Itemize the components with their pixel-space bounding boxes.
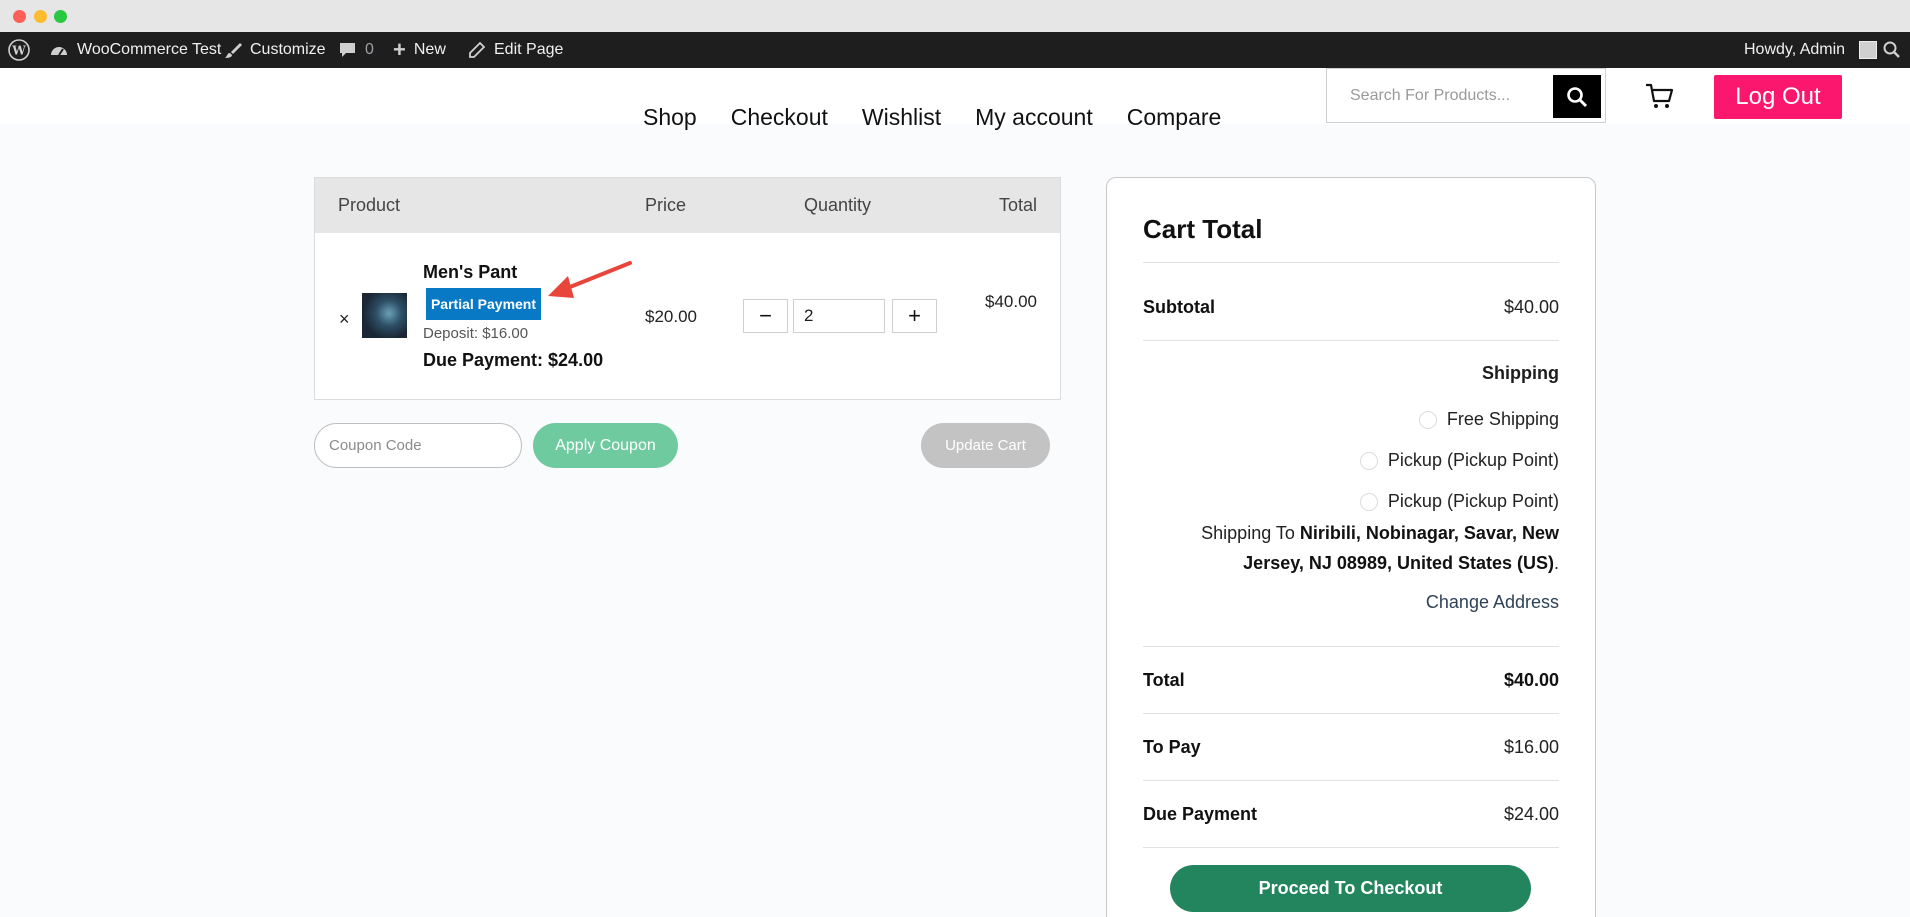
radio-button[interactable] [1359, 492, 1378, 511]
paintbrush-icon [225, 43, 242, 58]
comments-count: 0 [365, 41, 374, 58]
nav-compare[interactable]: Compare [1127, 104, 1222, 131]
radio-button[interactable] [1359, 451, 1378, 470]
search-button[interactable] [1553, 75, 1601, 118]
nav-my-account[interactable]: My account [975, 104, 1093, 131]
admin-bar-customize[interactable]: Customize [224, 32, 326, 68]
nav-shop[interactable]: Shop [643, 104, 697, 131]
subtotal-label: Subtotal [1143, 297, 1215, 317]
remove-item-icon[interactable]: × [339, 309, 350, 330]
header-product: Product [338, 195, 401, 215]
update-cart-button[interactable]: Update Cart [921, 423, 1050, 468]
to-pay-value: $16.00 [1503, 737, 1559, 757]
subtotal-value: $40.00 [1503, 297, 1559, 317]
maximize-window-icon[interactable] [54, 10, 67, 23]
main-nav: Shop Checkout Wishlist My account Compar… [643, 104, 1221, 131]
shipping-option-pickup-2[interactable]: Pickup (Pickup Point) [1359, 491, 1559, 512]
quantity-input[interactable]: 2 [793, 299, 885, 333]
shipping-option-pickup-1[interactable]: Pickup (Pickup Point) [1359, 450, 1559, 471]
plus-icon: + [393, 37, 406, 62]
avatar [1859, 41, 1878, 59]
total-value: $40.00 [1503, 670, 1559, 690]
site-name: WooCommerce Test [77, 41, 222, 58]
search-icon [1567, 86, 1588, 107]
admin-bar-new[interactable]: + New [393, 32, 446, 68]
divider [1143, 340, 1559, 341]
product-thumbnail[interactable] [362, 293, 407, 338]
divider [1143, 646, 1559, 647]
annotation-arrow-icon [548, 261, 632, 298]
coupon-input[interactable]: Coupon Code [314, 423, 522, 468]
shipping-label: Shipping [1482, 363, 1559, 383]
logout-button[interactable]: Log Out [1714, 75, 1842, 119]
product-price: $20.00 [645, 307, 697, 326]
header-total: Total [999, 195, 1038, 215]
admin-bar-site[interactable]: WooCommerce Test [49, 32, 221, 68]
header-price: Price [645, 195, 687, 215]
due-payment-amount: Due Payment: $24.00 [423, 350, 604, 370]
cart-totals-panel: Cart Total Subtotal $40.00 Shipping Free… [1106, 177, 1596, 917]
minimize-window-icon[interactable] [34, 10, 47, 23]
divider [1143, 847, 1559, 848]
change-address-link[interactable]: Change Address [1426, 592, 1559, 613]
dashboard-icon [51, 47, 67, 56]
search-input[interactable] [1327, 69, 1553, 122]
product-name[interactable]: Men's Pant [423, 262, 517, 283]
quantity-increase-button[interactable]: + [892, 299, 937, 333]
divider [1143, 780, 1559, 781]
howdy-text: Howdy, Admin [1744, 41, 1846, 58]
admin-bar-edit-page[interactable]: Edit Page [468, 32, 563, 68]
due-payment-value: $24.00 [1503, 804, 1559, 824]
cart-total-title: Cart Total [1143, 214, 1263, 244]
proceed-to-checkout-button[interactable]: Proceed To Checkout [1170, 865, 1531, 912]
shipping-destination: Shipping To Niribili, Nobinagar, Savar, … [1201, 523, 1559, 573]
apply-coupon-button[interactable]: Apply Coupon [533, 423, 678, 468]
due-payment-label: Due Payment [1143, 804, 1258, 824]
nav-wishlist[interactable]: Wishlist [862, 104, 941, 131]
nav-checkout[interactable]: Checkout [731, 104, 828, 131]
window-titlebar [0, 0, 1910, 32]
header-quantity: Quantity [804, 195, 872, 215]
divider [1143, 262, 1559, 263]
close-window-icon[interactable] [13, 10, 26, 23]
pencil-icon [469, 41, 486, 58]
cart-icon[interactable] [1644, 80, 1676, 112]
comment-icon [340, 43, 355, 57]
row-total: $40.00 [985, 292, 1037, 311]
quantity-decrease-button[interactable]: − [743, 299, 788, 333]
admin-bar-comments[interactable]: 0 [338, 32, 374, 68]
admin-bar-account[interactable]: Howdy, Admin [1744, 32, 1878, 68]
admin-bar-search-icon[interactable] [1883, 32, 1901, 68]
admin-bar: W WooCommerce Test Customize 0 + New Edi… [0, 32, 1910, 68]
svg-text:W: W [11, 44, 26, 58]
wordpress-logo-icon[interactable]: W [8, 32, 30, 68]
to-pay-label: To Pay [1143, 737, 1201, 757]
product-search [1326, 68, 1606, 123]
divider [1143, 713, 1559, 714]
cart-table-header: Product Price Quantity Total [315, 178, 1060, 233]
radio-button[interactable] [1418, 410, 1437, 429]
shipping-option-free[interactable]: Free Shipping [1418, 409, 1559, 430]
partial-payment-badge: Partial Payment [426, 288, 541, 320]
total-label: Total [1143, 670, 1185, 690]
deposit-amount: Deposit: $16.00 [423, 325, 529, 342]
cart-table: Product Price Quantity Total × Men's Pan… [314, 177, 1061, 400]
